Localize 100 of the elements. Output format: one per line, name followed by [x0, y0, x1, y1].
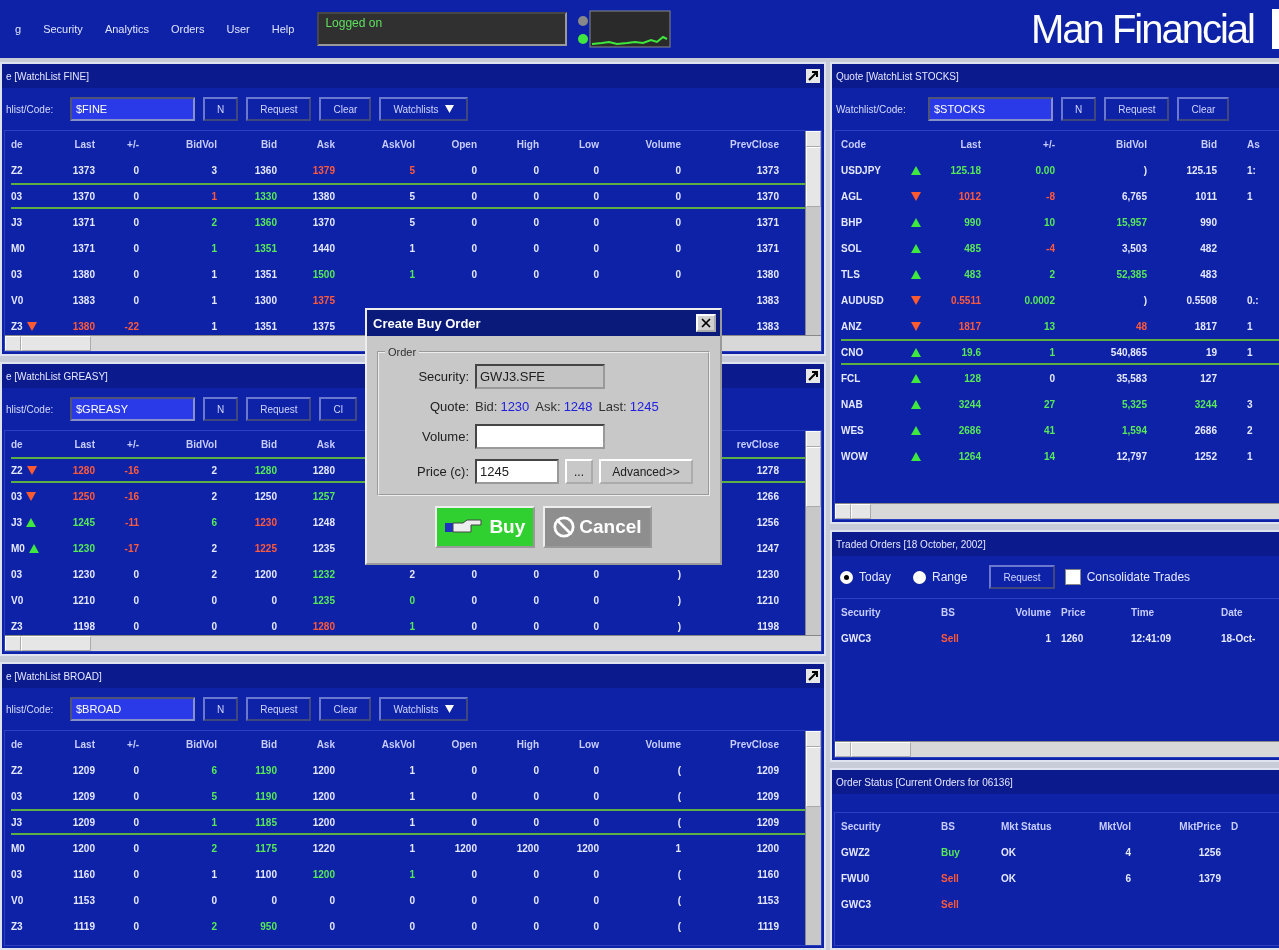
table-cell: 1200 — [454, 842, 477, 854]
table-cell: 1209 — [756, 816, 779, 828]
table-cell: 990 — [1200, 216, 1217, 228]
table-cell: 0 — [133, 294, 139, 306]
column-header: +/- — [127, 438, 139, 450]
table-cell: 1 — [211, 268, 217, 280]
column-header: High — [516, 738, 539, 750]
table-cell: 1256 — [1198, 846, 1221, 858]
table-cell: 1266 — [756, 490, 779, 502]
field-label: Security: — [417, 369, 469, 384]
table-cell: 0 — [329, 894, 335, 906]
panel-title: Quote [WatchList STOCKS] — [836, 70, 959, 82]
table-cell: 0 — [675, 164, 681, 176]
table-cell: 0 — [471, 594, 477, 606]
table-cell: 483 — [964, 268, 981, 280]
column-header: Last — [74, 738, 95, 750]
column-header: Price — [1061, 606, 1086, 618]
table-cell: Z3 — [11, 620, 23, 632]
table-cell: FCL — [841, 372, 861, 384]
column-header: MktPrice — [1179, 820, 1221, 832]
table-cell: 0 — [471, 764, 477, 776]
table-cell: 1100 — [255, 868, 277, 880]
table-cell: 0 — [133, 190, 139, 202]
table-cell: 0 — [133, 216, 139, 228]
table-cell: 1185 — [255, 816, 277, 828]
table-cell: 0 — [133, 268, 139, 280]
table-cell: 1153 — [757, 894, 779, 906]
table-cell: 483 — [1200, 268, 1217, 280]
table-cell: 1198 — [73, 620, 95, 632]
table-cell: NAB — [841, 398, 863, 410]
table-cell: 1 — [409, 620, 415, 632]
table-cell: 1375 — [312, 294, 335, 306]
column-header: Last — [74, 138, 95, 150]
column-header: +/- — [127, 138, 139, 150]
table-cell: ) — [677, 620, 681, 632]
table-cell: 0 — [675, 242, 681, 254]
column-header: Volume — [645, 738, 681, 750]
panel-title: Order Status [Current Orders for 06136] — [836, 776, 1013, 788]
table-cell: 540,865 — [1110, 346, 1147, 358]
table-cell: 0 — [593, 920, 599, 932]
table-cell: V0 — [11, 594, 24, 606]
table-cell: 1 — [1247, 190, 1253, 202]
table-cell: 0 — [471, 920, 477, 932]
table-cell: 10 — [1043, 216, 1055, 228]
table-cell: 1175 — [255, 842, 277, 854]
column-header: Time — [1131, 606, 1155, 618]
table-cell: 03 — [11, 790, 23, 802]
table-cell: 1256 — [756, 516, 779, 528]
table-cell: 0 — [593, 164, 599, 176]
column-header: Security — [841, 606, 881, 618]
table-cell: 1383 — [756, 320, 779, 332]
code-label: Watchlist/Code: — [836, 103, 907, 115]
column-header: de — [11, 138, 23, 150]
table-cell: 1209 — [756, 764, 779, 776]
table-cell: 1209 — [72, 790, 95, 802]
table-cell: 14 — [1043, 450, 1055, 462]
table-cell: 1200 — [312, 790, 335, 802]
table-cell: 1200 — [72, 842, 95, 854]
table-cell: 2686 — [1194, 424, 1217, 436]
field-label: Price (c): — [416, 464, 469, 479]
table-cell: 1278 — [756, 464, 779, 476]
table-cell: 0 — [471, 816, 477, 828]
table-cell: 1 — [409, 790, 415, 802]
table-cell: 1153 — [73, 894, 95, 906]
table-cell: 1500 — [312, 268, 335, 280]
table-cell: 1 — [1049, 346, 1055, 358]
table-cell: 1200 — [312, 816, 335, 828]
table-cell: 0 — [471, 164, 477, 176]
column-header: Volume — [645, 138, 681, 150]
column-header: Bid — [260, 438, 277, 450]
table-cell: 1200 — [254, 568, 277, 580]
table-cell: 1250 — [72, 490, 95, 502]
table-cell: 0 — [329, 920, 335, 932]
table-cell: 990 — [964, 216, 981, 228]
table-cell: 1383 — [72, 294, 95, 306]
table-cell: 0 — [593, 268, 599, 280]
table-cell: 0 — [533, 790, 539, 802]
table-cell: 1230 — [72, 542, 95, 554]
table-cell: 0 — [133, 568, 139, 580]
table-cell: 1371 — [72, 242, 95, 254]
table-cell: 1160 — [73, 868, 95, 880]
table-cell: 1351 — [254, 242, 277, 254]
column-header: AskVol — [381, 138, 415, 150]
table-cell: V0 — [11, 894, 24, 906]
table-cell: 27 — [1043, 398, 1055, 410]
table-cell: 1245 — [72, 516, 95, 528]
column-header: revClose — [736, 438, 779, 450]
table-cell: J3 — [11, 216, 23, 228]
column-header: MktVol — [1098, 820, 1131, 832]
column-header: Bid — [1200, 138, 1217, 150]
table-cell: Sell — [941, 632, 959, 644]
status-display: Logged on — [317, 12, 568, 46]
table-cell: BHP — [841, 216, 863, 228]
table-cell: 482 — [1200, 242, 1217, 254]
table-cell: 1379 — [1198, 872, 1221, 884]
table-cell: 1264 — [958, 450, 981, 462]
table-cell: 2 — [211, 568, 217, 580]
table-cell: 1 — [409, 868, 415, 880]
table-cell: 0 — [533, 620, 539, 632]
table-cell: 1235 — [312, 542, 335, 554]
